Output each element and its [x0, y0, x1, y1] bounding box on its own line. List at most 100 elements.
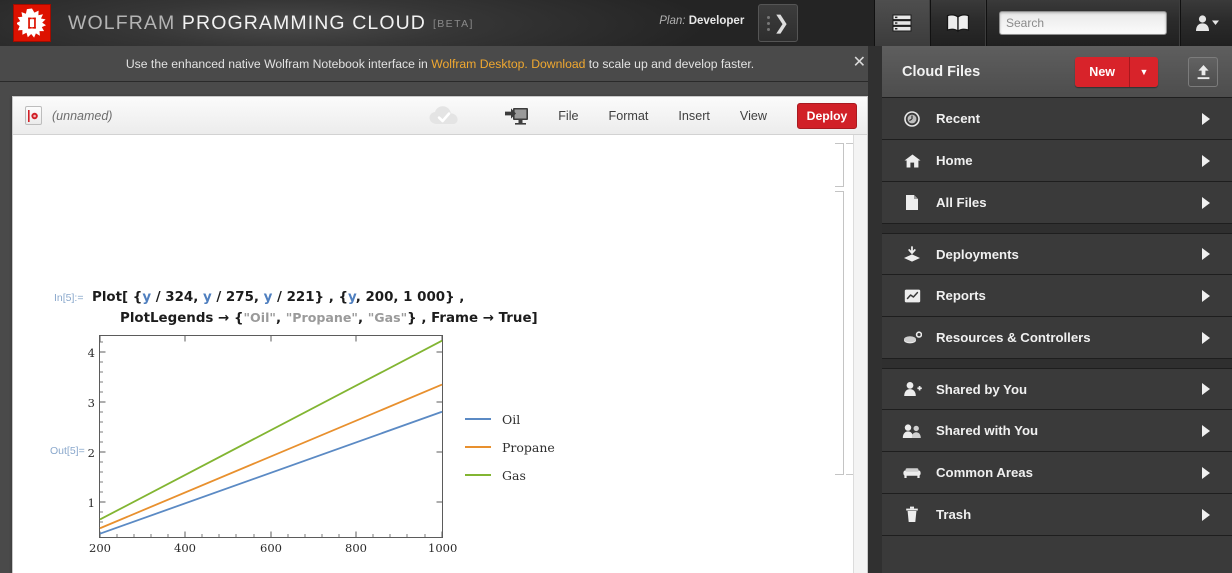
file-document-icon	[900, 194, 924, 211]
panel-nav-list: Recent Home All Files Deployments Reports Res…	[882, 98, 1232, 536]
menu-format[interactable]: Format	[609, 109, 649, 123]
menu-insert[interactable]: Insert	[678, 109, 710, 123]
sidebar-item-reports[interactable]: Reports	[882, 275, 1232, 317]
user-account-icon	[1195, 15, 1219, 31]
plan-label: Plan:	[659, 15, 686, 27]
new-button[interactable]: New ▼	[1075, 57, 1158, 87]
upload-button[interactable]	[1188, 57, 1218, 87]
search-input[interactable]	[1005, 16, 1161, 30]
upload-icon	[1197, 64, 1209, 79]
input-cell-label: In[5]:=	[54, 292, 84, 304]
notification-bar: Use the enhanced native Wolfram Notebook…	[0, 46, 880, 82]
chevron-right-icon[interactable]	[1202, 508, 1210, 521]
beta-tag: [BETA]	[432, 17, 474, 30]
chevron-right-icon[interactable]	[1202, 383, 1210, 395]
notice-text-before: Use the enhanced native Wolfram Notebook…	[125, 56, 432, 71]
brand-suffix: PROGRAMMING CLOUD	[181, 11, 426, 34]
wolfram-spikey-logo[interactable]	[14, 5, 50, 41]
documentation-button[interactable]	[929, 0, 986, 46]
search-box[interactable]	[998, 11, 1167, 35]
sidebar-item-common-areas[interactable]: Common Areas	[882, 452, 1232, 494]
close-icon[interactable]: ✕	[853, 55, 866, 71]
users-group-icon	[900, 423, 924, 439]
wolfram-desktop-link[interactable]: Wolfram Desktop.	[431, 57, 528, 71]
chevron-right-icon: ❯	[773, 12, 790, 34]
notebook-title[interactable]: (unnamed)	[52, 109, 112, 123]
code-token-5: "Propane"	[285, 310, 358, 325]
ytick-3: 3	[87, 396, 95, 410]
chevron-right-icon[interactable]	[1202, 289, 1210, 302]
chevron-right-icon[interactable]	[1202, 248, 1210, 260]
xtick-800: 800	[345, 541, 367, 555]
chevron-down-icon[interactable]: ▼	[1130, 57, 1158, 87]
sidebar-item-deployments[interactable]: Deployments	[882, 233, 1232, 275]
code-token-0: Plot[ {	[92, 290, 143, 305]
code-token-7: "Gas"	[367, 310, 408, 325]
sidebar-item-label: Shared by You	[936, 381, 1028, 397]
chevron-right-icon[interactable]	[1202, 196, 1210, 209]
expand-panel-button[interactable]: ❯	[758, 4, 799, 42]
sidebar-item-shared-with-you[interactable]: Shared with You	[882, 410, 1232, 452]
menu-view[interactable]: View	[740, 109, 767, 123]
deploy-button[interactable]: Deploy	[797, 102, 857, 129]
plan-indicator: Plan: Developer	[659, 15, 744, 27]
cloud-saved-icon	[429, 105, 458, 124]
ytick-4: 4	[87, 346, 95, 360]
sidebar-item-home[interactable]: Home	[882, 140, 1232, 182]
code-token-1: →	[218, 311, 230, 326]
reports-chart-icon	[900, 288, 924, 304]
chevron-right-icon[interactable]	[1202, 112, 1210, 125]
sidebar-item-all-files[interactable]: All Files	[882, 182, 1232, 224]
deploy-to-screen-icon	[505, 107, 529, 125]
input-cell-bracket[interactable]	[835, 143, 844, 187]
legend-item: Oil	[465, 405, 555, 433]
chevron-right-icon[interactable]	[1202, 424, 1210, 437]
plot-svg	[99, 335, 443, 538]
recent-clock-icon	[900, 110, 924, 127]
cell-grid-button[interactable]	[874, 0, 930, 46]
deploy-to-screen-button[interactable]	[504, 105, 530, 127]
xtick-600: 600	[260, 541, 282, 555]
code-token-1: y	[142, 290, 152, 305]
legend-item: Gas	[465, 461, 555, 489]
documentation-book-icon	[946, 14, 969, 33]
sidebar-item-trash[interactable]: Trash	[882, 494, 1232, 536]
code-token-6: / 221} , {	[272, 290, 349, 305]
resources-icon	[900, 330, 924, 345]
notebook-vertical-scrollbar[interactable]	[853, 135, 867, 573]
code-token-4: / 275,	[211, 290, 264, 305]
menu-file[interactable]: File	[558, 109, 578, 123]
output-cell-bracket[interactable]	[835, 191, 844, 475]
top-header-bar: WOLFRAM PROGRAMMING CLOUD [BETA] Plan: De…	[0, 0, 1232, 46]
panel-title: Cloud Files	[902, 63, 981, 80]
sidebar-item-shared-by-you[interactable]: Shared by You	[882, 368, 1232, 410]
sidebar-item-resources-controllers[interactable]: Resources & Controllers	[882, 317, 1232, 359]
sidebar-item-recent[interactable]: Recent	[882, 98, 1232, 140]
xtick-400: 400	[174, 541, 196, 555]
legend-swatch-gas	[465, 474, 491, 476]
chevron-right-icon[interactable]	[1202, 154, 1210, 167]
new-button-label: New	[1075, 57, 1130, 87]
chevron-right-icon[interactable]	[1202, 331, 1210, 344]
notebook-toolbar: (unnamed) File Format Insert View Deploy	[13, 97, 867, 135]
sidebar-item-label: Trash	[936, 507, 972, 522]
code-token-8: , 200, 1 000} ,	[355, 290, 465, 305]
legend-label-gas: Gas	[502, 467, 526, 483]
code-token-7: y	[348, 290, 356, 305]
trash-icon	[900, 506, 924, 523]
code-token-2: {	[229, 311, 244, 326]
user-account-button[interactable]	[1180, 0, 1232, 46]
brand-zone: WOLFRAM PROGRAMMING CLOUD [BETA] Plan: De…	[0, 0, 875, 46]
input-code-cell[interactable]: Plot[ {y / 324, y / 275, y / 221} , {y, …	[92, 288, 538, 329]
output-cell-label: Out[5]=	[50, 445, 85, 457]
chevron-right-icon[interactable]	[1202, 466, 1210, 479]
sidebar-item-label: Home	[936, 153, 973, 168]
wolfram-programming-cloud-app: WOLFRAM PROGRAMMING CLOUD [BETA] Plan: De…	[0, 0, 1232, 573]
legend-label-oil: Oil	[502, 411, 521, 427]
search-container	[985, 0, 1181, 46]
code-token-3: "Oil"	[243, 310, 276, 325]
legend-item: Propane	[465, 433, 555, 461]
home-icon	[900, 153, 924, 169]
download-link[interactable]: Download	[528, 57, 585, 71]
plot-output[interactable]: 200 400 600 800 1000 1 2 3 4 Oil Propane G…	[88, 325, 555, 565]
